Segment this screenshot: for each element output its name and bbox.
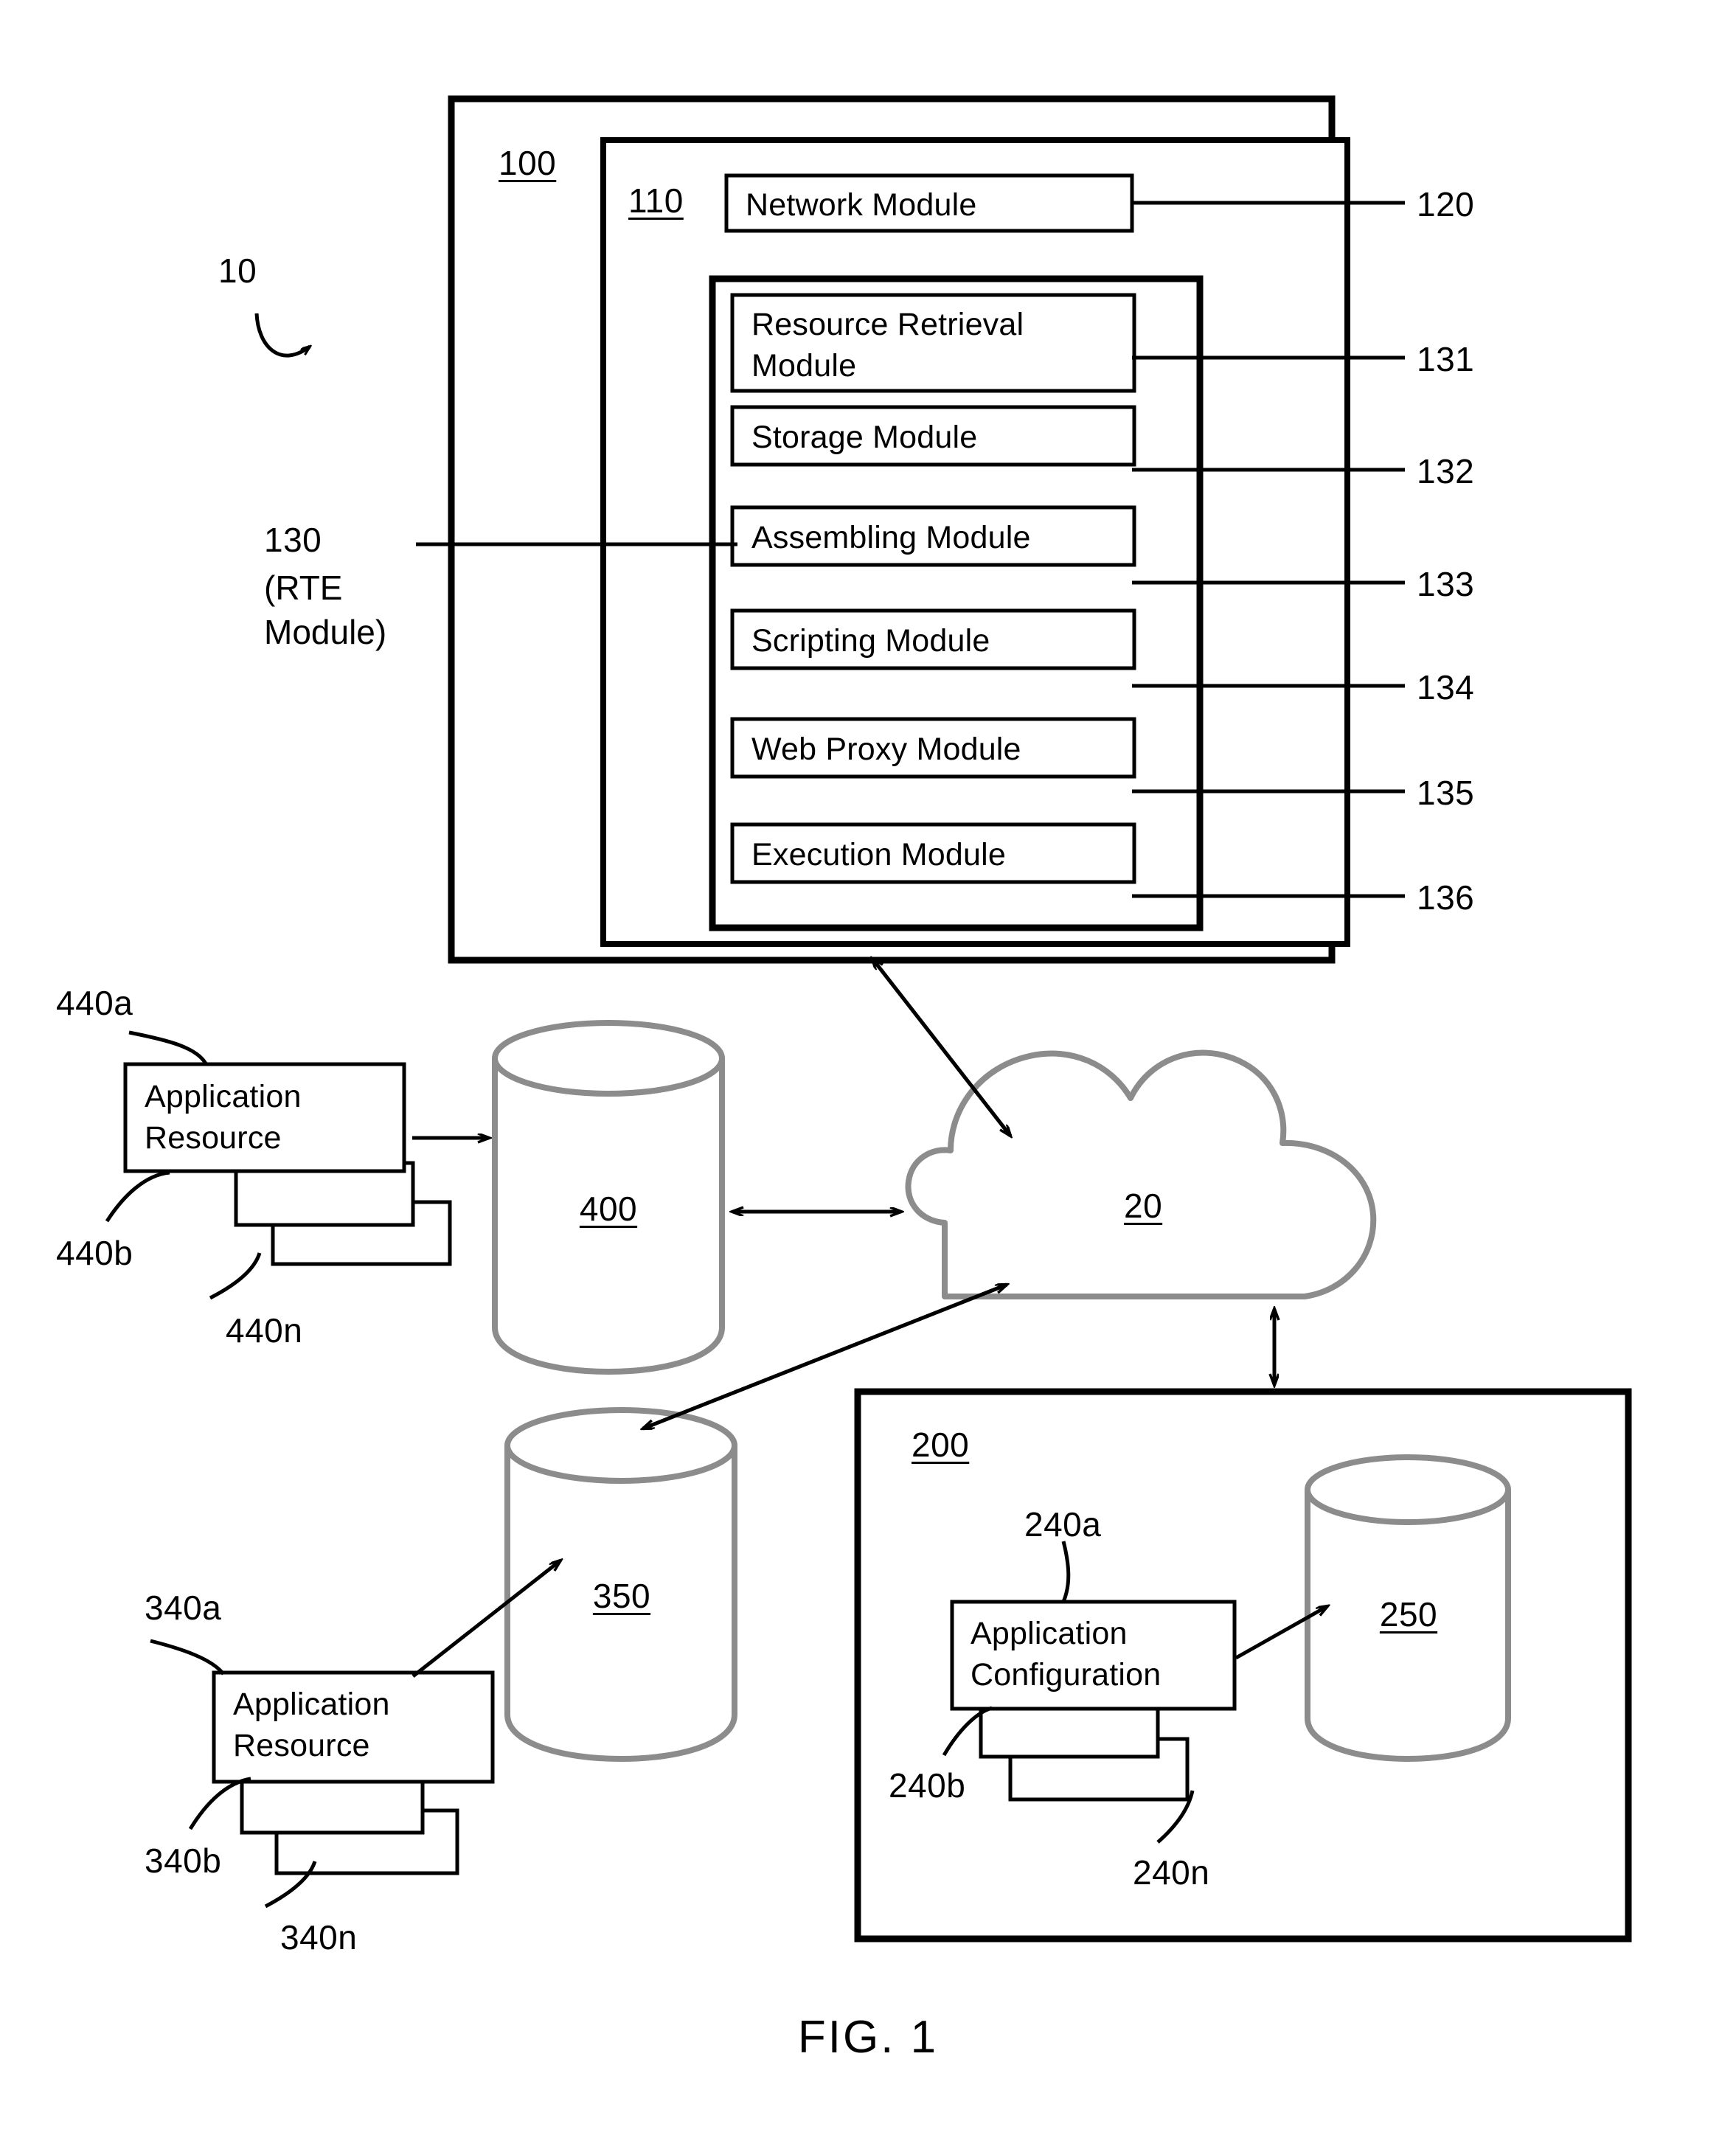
- config-ref-240b: 240b: [889, 1766, 966, 1805]
- module-ref-134: 134: [1417, 668, 1475, 707]
- config-ref-240a: 240a: [1024, 1505, 1102, 1544]
- module-ref-135: 135: [1417, 774, 1475, 812]
- resource-ref-340b: 340b: [145, 1841, 222, 1880]
- module-label-assembling: Assembling Module: [751, 520, 1031, 555]
- module-label-execution: Execution Module: [751, 837, 1007, 872]
- rte-group-name: (RTE Module): [264, 569, 387, 651]
- resource-ref-340a: 340a: [145, 1589, 222, 1627]
- module-ref-131: 131: [1417, 340, 1475, 378]
- resource-ref-440n: 440n: [226, 1311, 303, 1350]
- system-ref-arrow-10: [254, 313, 310, 358]
- datastore-ref-400: 400: [579, 1190, 638, 1228]
- module-ref-133: 133: [1417, 565, 1475, 603]
- module-ref-136: 136: [1417, 878, 1475, 917]
- application-resource-label-440: Application Resource: [145, 1079, 302, 1156]
- figure-caption: FIG. 1: [797, 2012, 939, 2063]
- module-ref-132: 132: [1417, 452, 1475, 490]
- system-ref-label-10: 10: [218, 251, 257, 290]
- datastore-ref-250: 250: [1379, 1595, 1438, 1634]
- rte-group-ref-130: 130: [264, 521, 322, 559]
- patent-figure-1: 10 100 110 130 (RTE Module) Network Modu…: [0, 0, 1736, 2149]
- resource-ref-340n: 340n: [280, 1918, 358, 1957]
- server-box-ref-200: 200: [912, 1426, 970, 1464]
- config-ref-240n: 240n: [1133, 1853, 1210, 1892]
- system-box-ref-100: 100: [499, 144, 557, 182]
- module-label-scripting: Scripting Module: [751, 623, 990, 659]
- module-label-resource-retrieval: Resource Retrieval Module: [751, 307, 1024, 383]
- module-label-network: Network Module: [746, 187, 977, 223]
- application-resource-label-340: Application Resource: [233, 1687, 390, 1763]
- device-box-ref-110: 110: [628, 181, 684, 220]
- resource-ref-440a: 440a: [56, 984, 133, 1022]
- module-label-web-proxy: Web Proxy Module: [751, 732, 1021, 767]
- datastore-ref-350: 350: [592, 1577, 651, 1615]
- network-cloud-20: [905, 1049, 1377, 1299]
- resource-ref-440b: 440b: [56, 1234, 133, 1272]
- module-label-storage: Storage Module: [751, 420, 978, 455]
- cloud-ref-20: 20: [1124, 1187, 1163, 1225]
- module-ref-120: 120: [1417, 185, 1475, 223]
- application-configuration-label-240: Application Configuration: [971, 1616, 1162, 1693]
